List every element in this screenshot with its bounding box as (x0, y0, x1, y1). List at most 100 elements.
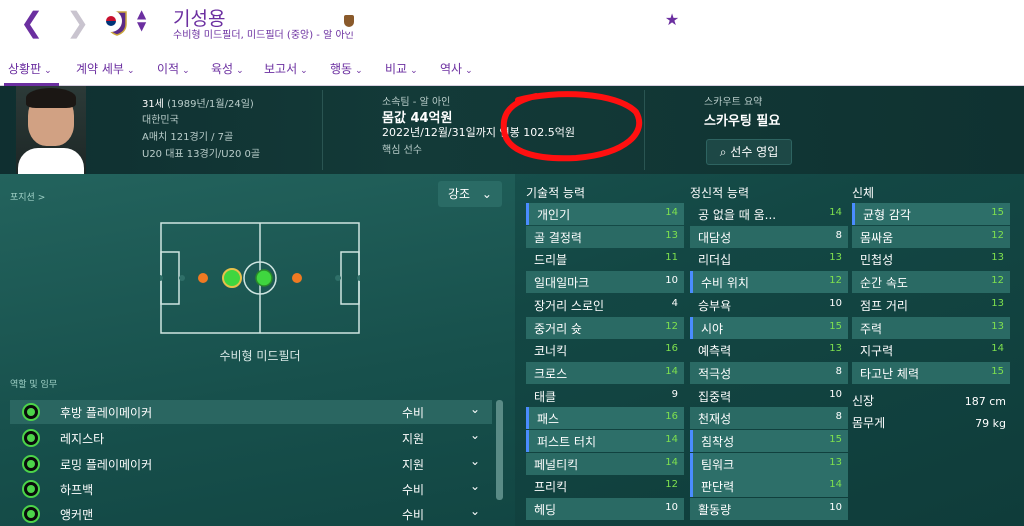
attribute-row[interactable]: 팀워크 13 (690, 452, 848, 475)
attribute-value: 12 (991, 229, 1004, 241)
attribute-row[interactable]: 페널티킥 14 (526, 452, 684, 475)
attribute-row[interactable]: 균형 감각 15 (852, 203, 1010, 225)
weight-row: 몸무게 79 kg (852, 414, 1012, 436)
attribute-row[interactable]: 프리킥 12 (526, 475, 684, 497)
attribute-row[interactable]: 크로스 14 (526, 361, 684, 384)
attribute-row[interactable]: 패스 16 (526, 407, 684, 430)
attribute-row[interactable]: 수비 위치 12 (690, 271, 848, 294)
player-club[interactable]: 소속팀 - 알 아인 (382, 93, 450, 108)
attribute-row[interactable]: 몸싸움 12 (852, 225, 1010, 248)
sign-player-button[interactable]: ⌕ 선수 영입 (706, 139, 792, 165)
emphasis-dropdown[interactable]: 강조 ⌄ (438, 181, 502, 207)
menu-overview[interactable]: 상황판 ⌄ (8, 60, 52, 77)
attribute-value: 10 (665, 275, 678, 287)
attribute-value: 12 (665, 320, 678, 332)
role-suitability-icon (22, 505, 40, 523)
divider (644, 90, 645, 170)
position-title[interactable]: 포지션 > (10, 190, 45, 203)
title-bar: ❮ ❯ ▲ ▼ 기성용 수비형 미드필더, 미드필더 (중앙) - 알 아인 (0, 0, 1024, 50)
back-arrow-icon[interactable]: ❮ (20, 8, 43, 38)
attribute-name: 균형 감각 (863, 208, 911, 222)
attribute-value: 8 (835, 411, 842, 423)
player-age: 31세 (1989년/1월/24일) (142, 99, 254, 110)
attribute-row[interactable]: 집중력 10 (690, 385, 848, 407)
player-u20-caps: U20 대표 13경기/U20 0골 (142, 149, 261, 160)
chevron-down-icon[interactable]: ⌄ (470, 504, 480, 518)
attribute-row[interactable]: 장거리 스로인 4 (526, 294, 684, 316)
forward-arrow-icon[interactable]: ❯ (66, 8, 89, 38)
chevron-down-icon[interactable]: ⌄ (470, 479, 480, 493)
role-row[interactable]: 하프백 수비 ⌄ (10, 477, 492, 501)
attribute-row[interactable]: 공 없을 때 움... 14 (690, 203, 848, 225)
attribute-value: 10 (829, 388, 842, 400)
role-row[interactable]: 앵커맨 수비 ⌄ (10, 502, 492, 526)
role-row[interactable]: 레지스타 지원 ⌄ (10, 426, 492, 450)
attribute-row[interactable]: 침착성 15 (690, 430, 848, 452)
menu-contract[interactable]: 계약 세부 ⌄ (76, 60, 135, 77)
player-switch-chevrons-icon[interactable]: ▲ ▼ (137, 8, 146, 32)
menu-reports[interactable]: 보고서 ⌄ (264, 60, 308, 77)
attribute-row[interactable]: 점프 거리 13 (852, 294, 1010, 316)
role-row[interactable]: 로밍 플레이메이커 지원 ⌄ (10, 452, 492, 476)
attribute-value: 13 (991, 252, 1004, 264)
attribute-row[interactable]: 천재성 8 (690, 407, 848, 430)
physical-title: 신체 (852, 186, 875, 200)
scout-summary-value: 스카우팅 필요 (704, 114, 781, 129)
attribute-row[interactable]: 개인기 14 (526, 203, 684, 225)
attribute-row[interactable]: 주력 13 (852, 316, 1010, 339)
chevron-down-icon[interactable]: ⌄ (470, 428, 480, 442)
attribute-value: 10 (829, 297, 842, 309)
attribute-name: 드리블 (534, 253, 568, 268)
attribute-row[interactable]: 시야 15 (690, 316, 848, 339)
attribute-value: 15 (829, 320, 842, 332)
attribute-name: 천재성 (698, 412, 732, 427)
attribute-name: 중거리 슛 (534, 321, 582, 336)
attribute-name: 크로스 (534, 366, 568, 381)
player-caps: A매치 121경기 / 7골 (142, 132, 234, 143)
attribute-value: 11 (665, 252, 678, 264)
role-row[interactable]: 후방 플레이메이커 수비 ⌄ (10, 400, 492, 424)
attribute-row[interactable]: 민첩성 13 (852, 248, 1010, 270)
attribute-row[interactable]: 순간 속도 12 (852, 271, 1010, 294)
menu-actions[interactable]: 행동 ⌄ (330, 60, 363, 77)
attribute-row[interactable]: 태클 9 (526, 385, 684, 407)
attribute-row[interactable]: 리더십 13 (690, 248, 848, 270)
menu-development[interactable]: 육성 ⌄ (211, 60, 244, 77)
attribute-row[interactable]: 타고난 체력 15 (852, 361, 1010, 384)
attribute-row[interactable]: 적극성 8 (690, 361, 848, 384)
attribute-name: 팀워크 (701, 457, 735, 472)
attribute-value: 10 (665, 502, 678, 514)
attribute-name: 수비 위치 (701, 276, 749, 291)
attribute-row[interactable]: 골 결정력 13 (526, 225, 684, 248)
attribute-row[interactable]: 승부욕 10 (690, 294, 848, 316)
attribute-row[interactable]: 코너킥 16 (526, 339, 684, 361)
attribute-name: 골 결정력 (534, 230, 582, 245)
attribute-value: 13 (665, 229, 678, 241)
roles-scrollbar[interactable] (496, 400, 503, 500)
attribute-row[interactable]: 퍼스트 터치 14 (526, 430, 684, 452)
player-photo (16, 86, 86, 174)
attribute-name: 판단력 (701, 480, 735, 495)
attribute-row[interactable]: 중거리 슛 12 (526, 316, 684, 339)
attribute-value: 13 (991, 320, 1004, 332)
attribute-row[interactable]: 예측력 13 (690, 339, 848, 361)
player-nation[interactable]: 대한민국 (142, 111, 179, 126)
menu-transfer[interactable]: 이적 ⌄ (157, 60, 190, 77)
chevron-down-icon[interactable]: ⌄ (470, 402, 480, 416)
chevron-down-icon[interactable]: ⌄ (470, 454, 480, 468)
menu-history[interactable]: 역사 ⌄ (440, 60, 473, 77)
attribute-value: 8 (835, 229, 842, 241)
attribute-row[interactable]: 활동량 10 (690, 498, 848, 521)
attribute-row[interactable]: 일대일마크 10 (526, 271, 684, 294)
menu-compare[interactable]: 비교 ⌄ (385, 60, 418, 77)
attribute-row[interactable]: 헤딩 10 (526, 498, 684, 521)
attribute-name: 활동량 (698, 503, 732, 518)
attribute-name: 주력 (860, 321, 883, 336)
attribute-name: 점프 거리 (860, 298, 908, 313)
attribute-row[interactable]: 판단력 14 (690, 475, 848, 498)
attribute-name: 적극성 (698, 366, 732, 381)
attribute-row[interactable]: 드리블 11 (526, 248, 684, 270)
attribute-value: 14 (665, 434, 678, 445)
attribute-row[interactable]: 지구력 14 (852, 339, 1010, 361)
attribute-row[interactable]: 대담성 8 (690, 225, 848, 248)
